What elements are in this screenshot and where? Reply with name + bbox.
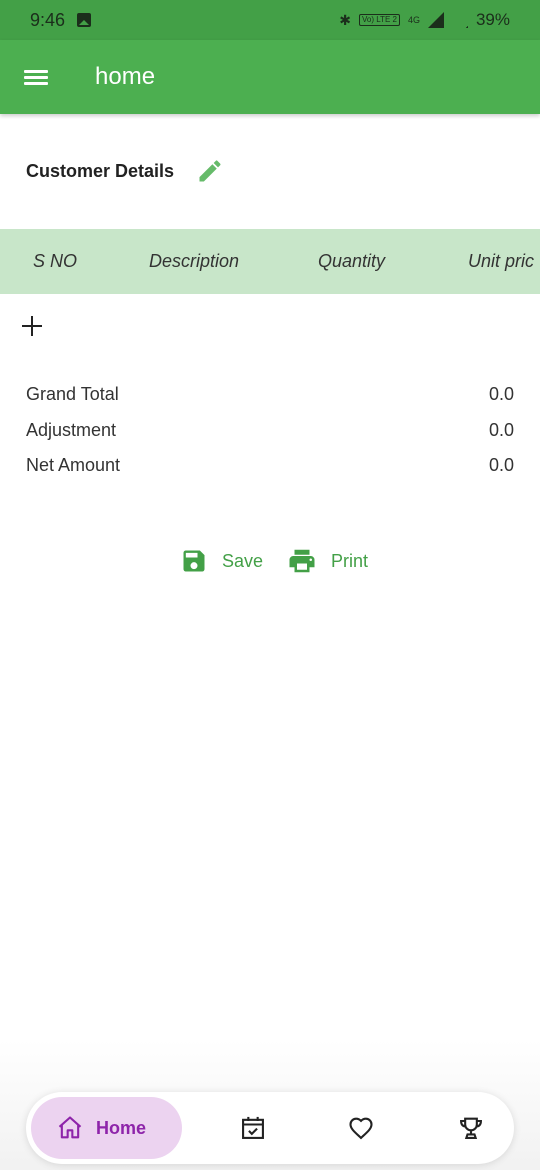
net-amount-value: 0.0 bbox=[488, 455, 514, 475]
customer-details-row: Customer Details bbox=[26, 157, 224, 185]
nav-home-label: Home bbox=[96, 1117, 147, 1138]
calendar-check-icon[interactable] bbox=[239, 1114, 267, 1142]
trophy-icon[interactable] bbox=[457, 1114, 485, 1142]
add-icon[interactable] bbox=[20, 314, 44, 338]
battery-level: 39% bbox=[475, 10, 510, 29]
status-time: 9:46 bbox=[30, 9, 66, 30]
adjustment-value: 0.0 bbox=[488, 419, 514, 440]
grand-total-label: Grand Total bbox=[26, 384, 119, 404]
adjustment-row: Adjustment 0.0 bbox=[26, 420, 514, 456]
edit-icon[interactable] bbox=[196, 157, 224, 185]
signal-icon-secondary bbox=[451, 12, 468, 28]
heart-icon[interactable] bbox=[347, 1114, 375, 1142]
net-amount-row: Net Amount 0.0 bbox=[26, 455, 514, 491]
signal-icon bbox=[427, 12, 444, 28]
network-type: 4G bbox=[407, 15, 420, 25]
customer-details-label: Customer Details bbox=[26, 160, 175, 181]
column-header-quantity: Quantity bbox=[318, 251, 386, 271]
screen: 9:46 ✱ Vo) LTE 2 4G 39% home Customer De… bbox=[0, 0, 540, 1170]
print-label: Print bbox=[331, 550, 369, 571]
save-label: Save bbox=[222, 550, 264, 571]
save-icon bbox=[183, 550, 205, 572]
status-bar: 9:46 ✱ Vo) LTE 2 4G 39% bbox=[0, 0, 540, 40]
action-bar: Save Print bbox=[180, 546, 368, 576]
adjustment-label: Adjustment bbox=[26, 419, 117, 440]
grand-total-row: Grand Total 0.0 bbox=[26, 384, 514, 420]
gallery-icon bbox=[77, 13, 92, 27]
bottom-navigation: Home bbox=[26, 1092, 514, 1164]
app-bar: home bbox=[0, 40, 540, 114]
page-title: home bbox=[95, 63, 156, 90]
table-header: S NO Description Quantity Unit pric bbox=[0, 229, 540, 294]
print-icon bbox=[289, 549, 315, 573]
save-button[interactable]: Save bbox=[180, 547, 263, 575]
status-icons: ✱ Vo) LTE 2 4G 39% bbox=[339, 10, 510, 30]
grand-total-value: 0.0 bbox=[488, 384, 514, 404]
menu-icon[interactable] bbox=[24, 67, 50, 87]
print-button[interactable]: Print bbox=[287, 546, 368, 576]
bluetooth-icon: ✱ bbox=[339, 11, 351, 28]
home-icon bbox=[58, 1116, 82, 1139]
net-amount-label: Net Amount bbox=[26, 455, 121, 475]
volte-icon: Vo) LTE 2 bbox=[358, 14, 400, 26]
column-header-sno: S NO bbox=[33, 251, 78, 271]
totals-section: Grand Total 0.0 Adjustment 0.0 Net Amoun… bbox=[26, 384, 514, 491]
nav-item-home[interactable]: Home bbox=[31, 1097, 182, 1159]
column-header-description: Description bbox=[149, 251, 240, 271]
column-header-unit-price: Unit pric bbox=[468, 251, 535, 271]
